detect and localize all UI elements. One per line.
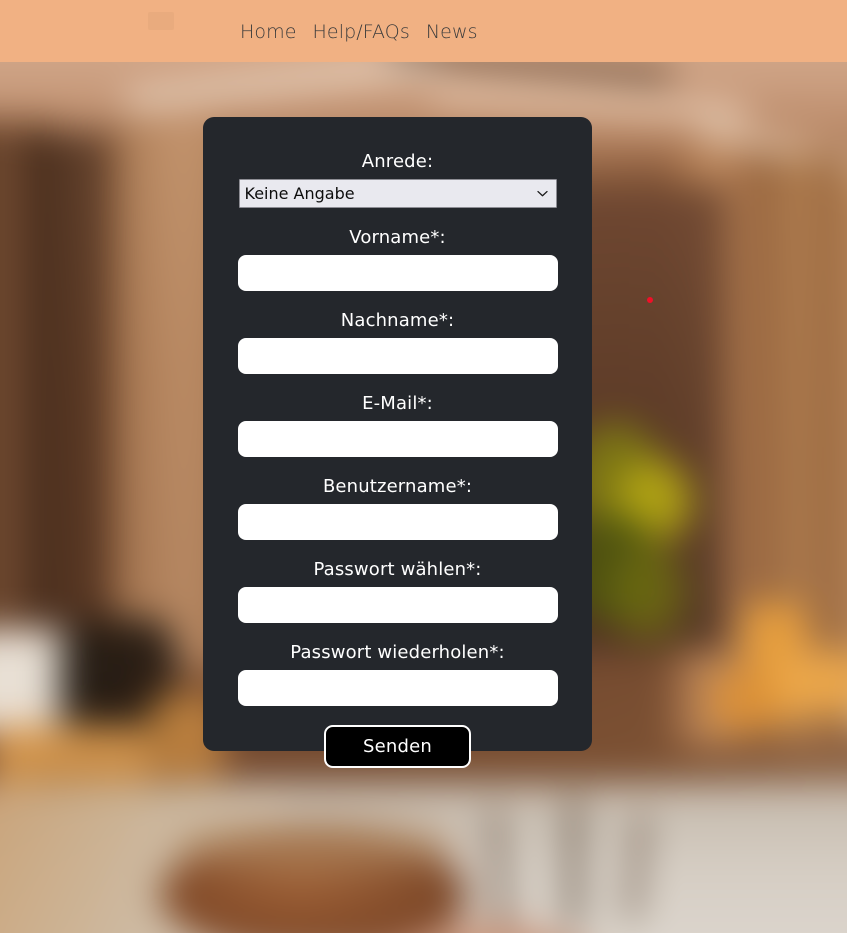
nav-link-news[interactable]: News bbox=[426, 21, 478, 43]
anrede-select[interactable]: Keine Angabe Herr Frau Divers bbox=[238, 179, 557, 208]
benutzername-input[interactable] bbox=[237, 504, 558, 540]
label-nachname: Nachname*: bbox=[340, 310, 455, 331]
nachname-input[interactable] bbox=[237, 338, 558, 374]
registration-form: Anrede: Keine Angabe Herr Frau Divers Vo… bbox=[203, 117, 592, 768]
broken-image-icon bbox=[148, 12, 174, 30]
label-email: E-Mail*: bbox=[362, 393, 433, 414]
passwort-waehlen-input[interactable] bbox=[237, 587, 558, 623]
label-vorname: Vorname*: bbox=[349, 227, 446, 248]
label-benutzername: Benutzername*: bbox=[322, 476, 473, 497]
senden-button[interactable]: Senden bbox=[324, 725, 471, 768]
submit-row: Senden bbox=[203, 725, 592, 768]
cursor-marker bbox=[647, 297, 653, 303]
anrede-select-wrapper[interactable]: Keine Angabe Herr Frau Divers bbox=[238, 179, 557, 208]
email-input[interactable] bbox=[237, 421, 558, 457]
nav-link-help-faqs[interactable]: Help/FAQs bbox=[313, 21, 410, 43]
nav-link-home[interactable]: Home bbox=[240, 21, 297, 43]
label-passwort-waehlen: Passwort wählen*: bbox=[313, 559, 482, 580]
vorname-input[interactable] bbox=[237, 255, 558, 291]
label-anrede: Anrede: bbox=[361, 151, 434, 172]
label-passwort-wiederholen: Passwort wiederholen*: bbox=[290, 642, 505, 663]
main-nav: Home Help/FAQs News bbox=[240, 21, 478, 43]
registration-page: Home Help/FAQs News Anrede: Keine Angabe… bbox=[0, 0, 847, 933]
top-navigation-bar: Home Help/FAQs News bbox=[0, 0, 847, 62]
passwort-wiederholen-input[interactable] bbox=[237, 670, 558, 706]
